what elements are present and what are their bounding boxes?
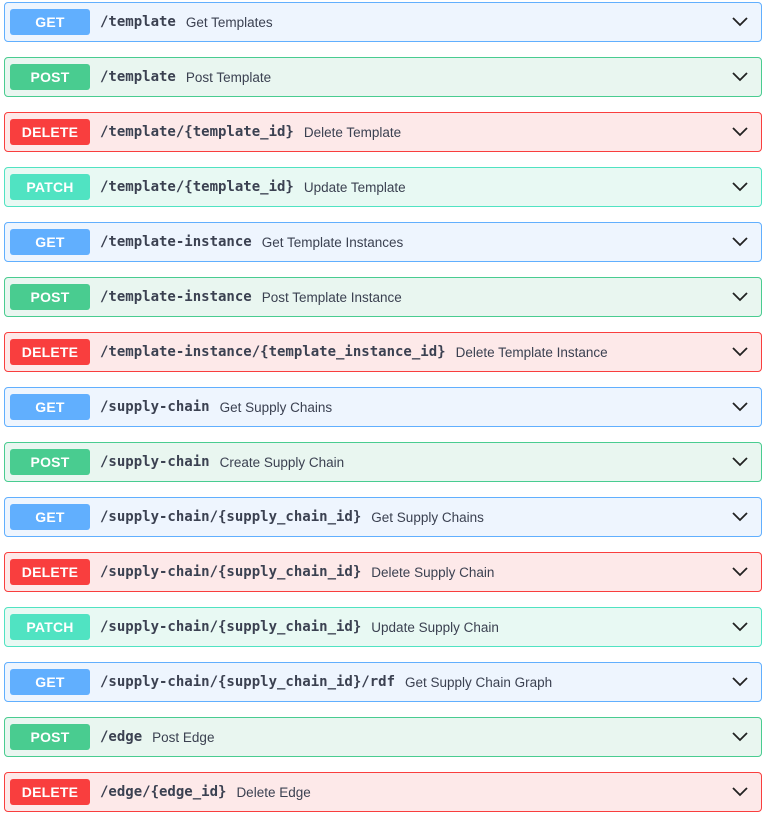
operation-summary: Post Template <box>185 69 272 85</box>
operation-path: /edge <box>100 729 143 745</box>
chevron-down-icon[interactable] <box>731 783 749 801</box>
method-badge: POST <box>10 64 90 90</box>
operation-summary: Post Template Instance <box>261 289 402 305</box>
operation-path: /template/{template_id} <box>100 124 294 140</box>
operation-summary: Delete Template <box>303 124 402 140</box>
method-badge: PATCH <box>10 614 90 640</box>
operation-path: /supply-chain/{supply_chain_id} <box>100 509 362 525</box>
method-badge: POST <box>10 449 90 475</box>
operation-summary: Delete Supply Chain <box>371 564 495 580</box>
method-badge: POST <box>10 284 90 310</box>
chevron-down-icon[interactable] <box>731 673 749 691</box>
operation-path: /template-instance/{template_instance_id… <box>100 344 446 360</box>
operation-get-template[interactable]: GET /template Get Templates <box>4 2 762 42</box>
operation-get-supply-chain[interactable]: GET /supply-chain Get Supply Chains <box>4 387 762 427</box>
chevron-down-icon[interactable] <box>731 178 749 196</box>
operations-list: GET /template Get Templates POST /templa… <box>4 2 762 827</box>
operation-post-edge[interactable]: POST /edge Post Edge <box>4 717 762 757</box>
operation-path: /supply-chain/{supply_chain_id} <box>100 619 362 635</box>
method-badge: POST <box>10 724 90 750</box>
operation-path: /template-instance <box>100 289 252 305</box>
operation-path: /supply-chain/{supply_chain_id}/rdf <box>100 674 396 690</box>
operation-delete-supply-chain[interactable]: DELETE /supply-chain/{supply_chain_id} D… <box>4 552 762 592</box>
operation-path: /supply-chain <box>100 454 210 470</box>
operation-get-supply-chain-by-id[interactable]: GET /supply-chain/{supply_chain_id} Get … <box>4 497 762 537</box>
operation-summary: Delete Template Instance <box>455 344 608 360</box>
operation-path: /supply-chain <box>100 399 210 415</box>
chevron-down-icon[interactable] <box>731 618 749 636</box>
method-badge: GET <box>10 394 90 420</box>
operation-path: /template <box>100 69 176 85</box>
method-badge: DELETE <box>10 779 90 805</box>
chevron-down-icon[interactable] <box>731 398 749 416</box>
operation-delete-template-instance[interactable]: DELETE /template-instance/{template_inst… <box>4 332 762 372</box>
method-badge: DELETE <box>10 559 90 585</box>
operation-path: /supply-chain/{supply_chain_id} <box>100 564 362 580</box>
method-badge: DELETE <box>10 339 90 365</box>
operation-path: /edge/{edge_id} <box>100 784 227 800</box>
operation-post-template[interactable]: POST /template Post Template <box>4 57 762 97</box>
operation-path: /template/{template_id} <box>100 179 294 195</box>
chevron-down-icon[interactable] <box>731 233 749 251</box>
operation-summary: Create Supply Chain <box>219 454 345 470</box>
operation-path: /template-instance <box>100 234 252 250</box>
operation-summary: Get Supply Chains <box>371 509 484 525</box>
chevron-down-icon[interactable] <box>731 563 749 581</box>
operation-get-supply-chain-rdf[interactable]: GET /supply-chain/{supply_chain_id}/rdf … <box>4 662 762 702</box>
operation-summary: Get Template Instances <box>261 234 404 250</box>
chevron-down-icon[interactable] <box>731 123 749 141</box>
operation-summary: Update Supply Chain <box>371 619 499 635</box>
operation-summary: Get Templates <box>185 14 273 30</box>
chevron-down-icon[interactable] <box>731 343 749 361</box>
chevron-down-icon[interactable] <box>731 453 749 471</box>
operation-delete-template[interactable]: DELETE /template/{template_id} Delete Te… <box>4 112 762 152</box>
operation-get-template-instance[interactable]: GET /template-instance Get Template Inst… <box>4 222 762 262</box>
method-badge: PATCH <box>10 174 90 200</box>
operation-patch-template[interactable]: PATCH /template/{template_id} Update Tem… <box>4 167 762 207</box>
operation-delete-edge[interactable]: DELETE /edge/{edge_id} Delete Edge <box>4 772 762 812</box>
operation-patch-supply-chain[interactable]: PATCH /supply-chain/{supply_chain_id} Up… <box>4 607 762 647</box>
operation-summary: Delete Edge <box>236 784 311 800</box>
chevron-down-icon[interactable] <box>731 68 749 86</box>
chevron-down-icon[interactable] <box>731 508 749 526</box>
operation-post-template-instance[interactable]: POST /template-instance Post Template In… <box>4 277 762 317</box>
method-badge: GET <box>10 504 90 530</box>
operation-summary: Post Edge <box>152 729 215 745</box>
chevron-down-icon[interactable] <box>731 288 749 306</box>
method-badge: DELETE <box>10 119 90 145</box>
method-badge: GET <box>10 669 90 695</box>
operation-summary: Get Supply Chains <box>219 399 333 415</box>
operation-summary: Get Supply Chain Graph <box>405 674 553 690</box>
operation-path: /template <box>100 14 176 30</box>
operation-post-supply-chain[interactable]: POST /supply-chain Create Supply Chain <box>4 442 762 482</box>
method-badge: GET <box>10 9 90 35</box>
operation-summary: Update Template <box>303 179 406 195</box>
chevron-down-icon[interactable] <box>731 13 749 31</box>
method-badge: GET <box>10 229 90 255</box>
chevron-down-icon[interactable] <box>731 728 749 746</box>
